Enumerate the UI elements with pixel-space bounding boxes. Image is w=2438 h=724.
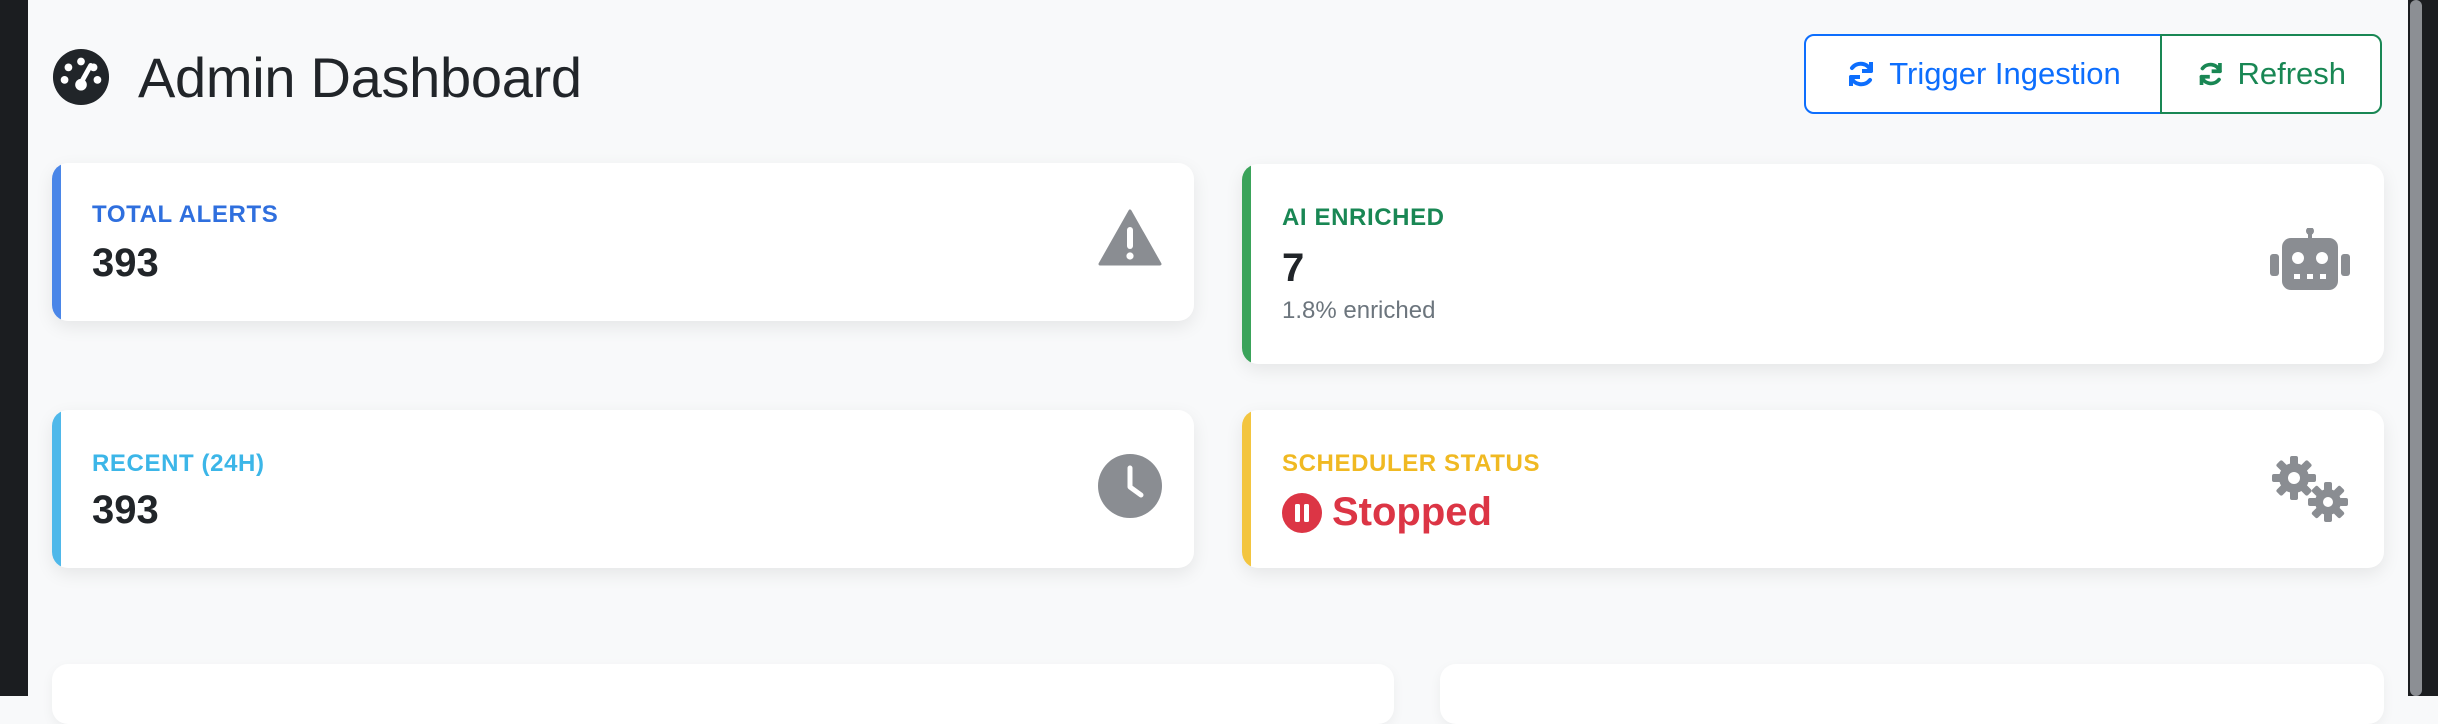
window-left-edge [0, 0, 28, 696]
clock-icon [1098, 454, 1162, 518]
scheduler-status-card: SCHEDULER STATUS Stopped [1242, 410, 2384, 568]
scrollbar-thumb[interactable] [2410, 0, 2422, 696]
card-label: AI ENRICHED [1282, 204, 1445, 231]
page-title: Admin Dashboard [138, 45, 582, 109]
refresh-button[interactable]: Refresh [2160, 34, 2382, 114]
trigger-ingestion-button[interactable]: Trigger Ingestion [1804, 34, 2162, 114]
card-value: 393 [92, 488, 159, 532]
sync-icon [1849, 61, 1874, 87]
card-label: SCHEDULER STATUS [1282, 450, 1541, 477]
recent-alerts-card: RECENT (24H) 393 [52, 410, 1194, 568]
card-accent-bar [52, 163, 61, 321]
ai-enriched-card: AI ENRICHED 7 1.8% enriched [1242, 164, 2384, 364]
card-value: 7 [1282, 246, 1305, 290]
lower-right-panel [1440, 664, 2384, 724]
action-button-group: Trigger Ingestion Refresh [1804, 34, 2382, 114]
scrollbar[interactable] [2408, 0, 2438, 696]
robot-icon [2270, 228, 2350, 290]
scheduler-status: Stopped [1282, 490, 1492, 535]
refresh-icon [2199, 62, 2222, 86]
trigger-ingestion-label: Trigger Ingestion [1889, 56, 2121, 91]
card-label: TOTAL ALERTS [92, 201, 279, 228]
card-accent-bar [52, 410, 61, 568]
pause-circle-icon [1282, 492, 1322, 533]
refresh-label: Refresh [2237, 56, 2346, 91]
card-label: RECENT (24H) [92, 450, 265, 477]
scheduler-status-text: Stopped [1332, 490, 1492, 534]
total-alerts-card: TOTAL ALERTS 393 [52, 163, 1194, 321]
card-accent-bar [1242, 164, 1251, 364]
lower-left-panel [52, 664, 1394, 724]
tachometer-icon [52, 48, 110, 106]
card-subtext: 1.8% enriched [1282, 297, 1436, 324]
gears-icon [2272, 456, 2348, 522]
card-value: 393 [92, 241, 159, 285]
card-accent-bar [1242, 410, 1251, 568]
page-header: Admin Dashboard [52, 30, 582, 124]
warning-triangle-icon [1098, 209, 1162, 266]
